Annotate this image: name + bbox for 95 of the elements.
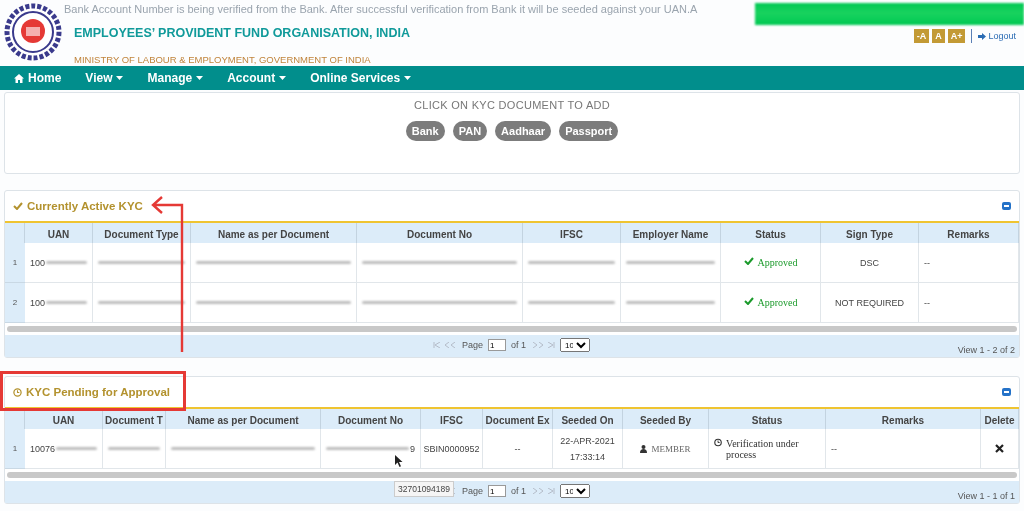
row-number: 2 — [5, 283, 25, 323]
clock-icon — [714, 437, 723, 447]
column-header[interactable]: Seeded By — [623, 409, 709, 429]
column-header[interactable]: Name as per Document — [191, 223, 357, 243]
clock-icon — [13, 387, 22, 397]
horizontal-scrollbar[interactable] — [7, 472, 1017, 478]
header-corner — [5, 223, 25, 243]
page-input[interactable]: 1 — [488, 339, 507, 351]
notice-text: Bank Account Number is being verified from the Bank. After successful verification from Bank it will be seeded against your UAN.A — [64, 3, 698, 15]
nav-item[interactable]: Home — [14, 71, 62, 85]
column-header[interactable]: Document Type — [93, 223, 191, 243]
row-number: 1 — [5, 429, 25, 469]
column-header[interactable]: Delete — [981, 409, 1019, 429]
cell-text: -- — [924, 257, 930, 268]
cell-text: 100 — [30, 257, 46, 268]
document-button[interactable]: Bank — [405, 121, 445, 141]
cursor-icon — [395, 455, 403, 467]
cell-text: 10076 — [30, 443, 56, 454]
panel-title: KYC Pending for Approval — [26, 386, 170, 398]
cell-text: 9 — [410, 443, 415, 454]
page-count: of 1 — [511, 340, 527, 350]
caret-icon — [404, 76, 412, 80]
cell-text: DSC — [860, 257, 879, 268]
logout-icon — [978, 32, 987, 40]
column-header[interactable]: Document Ex — [483, 409, 553, 429]
nav-item[interactable]: Account — [227, 71, 287, 85]
redacted-bar — [108, 447, 160, 450]
delete-icon[interactable] — [995, 444, 1004, 453]
caret-icon — [116, 76, 124, 80]
cell-text: 17:33:14 — [569, 451, 605, 462]
column-header[interactable]: Name as per Document — [166, 409, 321, 429]
cell-text: 22-APR-2021 — [560, 435, 615, 446]
document-button[interactable]: Passport — [559, 121, 619, 141]
seeded-by-text: MEMBER — [651, 443, 691, 454]
cell-text: -- — [514, 443, 521, 454]
cell-text: SBIN0000952 — [423, 443, 480, 454]
check-icon — [743, 257, 754, 265]
caret-icon — [196, 76, 204, 80]
cell-text: 100 — [30, 297, 46, 308]
logo-icon — [4, 3, 62, 61]
document-button[interactable]: Aadhaar — [495, 121, 552, 141]
column-header[interactable]: Remarks — [826, 409, 981, 429]
page-input[interactable]: 1 — [488, 485, 507, 497]
check-icon — [743, 297, 754, 305]
cell-text: -- — [831, 443, 837, 454]
row-number: 1 — [5, 243, 25, 283]
document-button[interactable]: PAN — [452, 121, 488, 141]
home-icon — [14, 73, 24, 83]
column-header[interactable]: Seeded On — [553, 409, 623, 429]
redacted-bar — [56, 447, 97, 450]
cell-text: NOT REQUIRED — [835, 297, 904, 308]
record-count: View 1 - 1 of 1 — [957, 491, 1015, 501]
column-header[interactable]: UAN — [25, 223, 93, 243]
next-last-icon[interactable] — [531, 342, 556, 348]
organisation-title: EMPLOYEES’ PROVIDENT FUND ORGANISATION, INDIA — [74, 26, 410, 40]
cell-text: -- — [924, 297, 930, 308]
check-icon — [13, 202, 23, 210]
column-header[interactable]: Sign Type — [821, 223, 919, 243]
column-header[interactable]: UAN — [25, 409, 103, 429]
add-kyc-heading: CLICK ON KYC DOCUMENT TO ADD — [413, 99, 610, 111]
column-header[interactable]: Employer Name — [621, 223, 721, 243]
column-header[interactable]: IFSC — [421, 409, 483, 429]
nav-item[interactable]: Manage — [147, 71, 204, 85]
page-count: of 1 — [511, 486, 527, 496]
record-count: View 1 - 2 of 2 — [957, 345, 1015, 355]
ministry-subtitle: MINISTRY OF LABOUR & EMPLOYMENT, GOVERNMENT OF INDIA — [74, 54, 372, 65]
rows-per-page-select[interactable]: 10 — [560, 484, 591, 498]
status-text: Approved — [757, 297, 798, 308]
page-label: Page — [462, 340, 484, 350]
tooltip: 32701094189 — [394, 481, 454, 497]
nav-item[interactable]: View — [85, 71, 124, 85]
column-header[interactable]: Status — [709, 409, 826, 429]
column-header[interactable]: Remarks — [919, 223, 1019, 243]
horizontal-scrollbar[interactable] — [7, 326, 1017, 332]
rows-per-page-select[interactable]: 10 — [560, 338, 591, 352]
header-corner — [5, 409, 25, 429]
caret-icon — [279, 76, 287, 80]
column-header[interactable]: Status — [721, 223, 821, 243]
user-icon — [640, 444, 648, 453]
status-text: Verification under process — [726, 437, 800, 460]
first-prev-icon[interactable] — [433, 342, 457, 348]
panel-title: Currently Active KYC — [27, 200, 143, 212]
redacted-bar — [46, 301, 87, 304]
nav-item[interactable]: Online Services — [310, 71, 412, 85]
column-header[interactable]: Document No — [357, 223, 523, 243]
next-last-icon[interactable] — [531, 488, 556, 494]
collapse-icon[interactable] — [1002, 202, 1011, 210]
column-header[interactable]: Document No — [321, 409, 421, 429]
logout-link[interactable]: Logout — [978, 31, 1016, 41]
collapse-icon[interactable] — [1002, 388, 1011, 396]
column-header[interactable]: IFSC — [523, 223, 621, 243]
page-label: Page — [462, 486, 484, 496]
status-text: Approved — [757, 257, 798, 268]
column-header[interactable]: Document T — [103, 409, 166, 429]
redacted-bar — [46, 261, 87, 264]
